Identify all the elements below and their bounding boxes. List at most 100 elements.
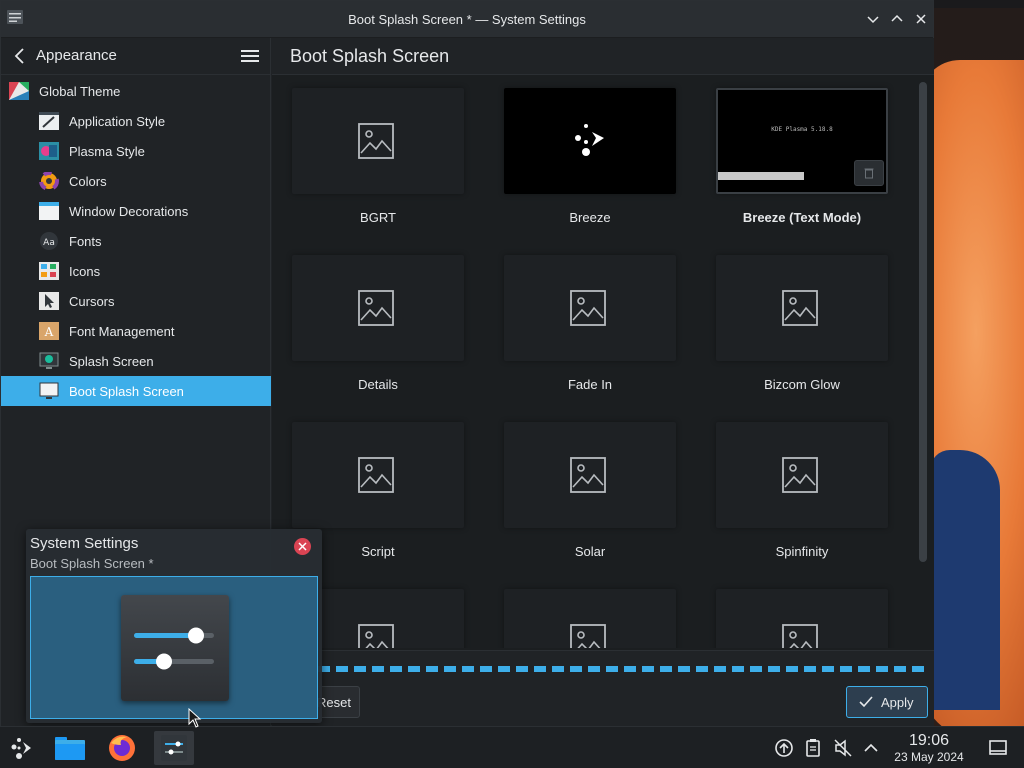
folder-icon [55, 737, 85, 760]
sidebar-item-fonts[interactable]: Aa Fonts [1, 226, 271, 256]
cursors-icon [39, 292, 59, 310]
theme-preview [716, 422, 888, 528]
theme-tile-solar[interactable]: Solar [484, 410, 696, 577]
close-icon [916, 14, 926, 24]
sidebar-item-plasma-style[interactable]: Plasma Style [1, 136, 271, 166]
sidebar-item-label: Cursors [69, 294, 115, 309]
maximize-button[interactable] [889, 11, 905, 27]
close-button[interactable] [913, 11, 929, 27]
theme-tile-breeze[interactable]: Breeze [484, 76, 696, 243]
wallpaper-blue-shape [930, 450, 1000, 710]
sidebar-item-label: Font Management [69, 324, 175, 339]
theme-tile[interactable] [484, 577, 696, 648]
sidebar-item-cursors[interactable]: Cursors [1, 286, 271, 316]
preview-version-text: KDE Plasma 5.18.8 [771, 126, 833, 133]
hamburger-menu-icon[interactable] [241, 48, 259, 64]
breeze-spinner-icon [575, 124, 604, 156]
chevron-up-icon[interactable] [861, 738, 881, 758]
clock-date[interactable]: 23 May 2024 [884, 750, 974, 764]
window-title: Boot Splash Screen * — System Settings [348, 12, 586, 27]
plasma-style-icon [39, 142, 59, 160]
window-titlebar[interactable]: Boot Splash Screen * — System Settings [1, 1, 933, 38]
theme-preview [292, 88, 464, 194]
sidebar-item-label: Icons [69, 264, 101, 279]
sidebar-item-global-theme[interactable]: Global Theme [1, 76, 271, 106]
show-desktop-icon[interactable] [988, 738, 1008, 758]
sidebar-item-label: Boot Splash Screen [69, 384, 184, 399]
theme-preview [716, 589, 888, 648]
task-preview-tooltip[interactable]: System Settings Boot Splash Screen * [26, 529, 322, 723]
clock-time[interactable]: 19:06 [890, 732, 968, 750]
tooltip-subtitle: Boot Splash Screen * [30, 556, 154, 571]
firefox-task-button[interactable] [102, 731, 142, 765]
apply-label: Apply [881, 695, 914, 710]
plasma-launcher-icon [11, 738, 31, 759]
back-arrow-icon[interactable] [11, 47, 29, 65]
dolphin-task-button[interactable] [50, 731, 90, 765]
image-placeholder-icon [358, 290, 394, 326]
busy-indicator-bar [282, 666, 926, 672]
mouse-cursor-icon [188, 708, 202, 728]
reset-label: Reset [317, 695, 351, 710]
theme-label: Bizcom Glow [764, 377, 840, 392]
svg-text:Aa: Aa [43, 238, 55, 248]
chevron-down-icon [867, 16, 879, 24]
theme-preview: KDE Plasma 5.18.8 [716, 88, 888, 194]
theme-tile-details[interactable]: Details [272, 243, 484, 410]
theme-preview [716, 255, 888, 361]
clipboard-icon[interactable] [803, 738, 823, 758]
tooltip-title: System Settings [30, 535, 139, 552]
image-placeholder-icon [782, 624, 818, 648]
checkmark-icon [859, 696, 873, 708]
theme-tile-fade-in[interactable]: Fade In [484, 243, 696, 410]
preview-progress-bar [718, 172, 804, 180]
theme-tile-spinfinity[interactable]: Spinfinity [696, 410, 908, 577]
theme-preview [504, 589, 676, 648]
theme-tile-bizcom-glow[interactable]: Bizcom Glow [696, 243, 908, 410]
theme-tile-bgrt[interactable]: BGRT [272, 76, 484, 243]
window-decorations-icon [39, 202, 59, 220]
global-theme-icon [9, 82, 29, 100]
minimize-button[interactable] [865, 11, 881, 27]
trash-icon [864, 168, 874, 179]
theme-preview [292, 422, 464, 528]
sidebar-item-splash-screen[interactable]: Splash Screen [1, 346, 271, 376]
application-launcher-button[interactable] [2, 731, 42, 765]
close-icon [298, 542, 307, 551]
footer-bar: Reset Apply [272, 650, 934, 727]
sidebar-item-icons[interactable]: Icons [1, 256, 271, 286]
tooltip-close-button[interactable] [294, 538, 311, 555]
vertical-scrollbar[interactable] [919, 82, 927, 562]
sidebar-item-font-management[interactable]: A Font Management [1, 316, 271, 346]
boot-splash-icon [39, 382, 59, 400]
theme-preview [504, 422, 676, 528]
sidebar-item-application-style[interactable]: Application Style [1, 106, 271, 136]
sidebar-item-label: Window Decorations [69, 204, 189, 219]
window-thumbnail[interactable] [30, 576, 318, 719]
theme-label: Breeze [569, 210, 611, 225]
theme-label: Details [358, 377, 398, 392]
sidebar-item-window-decorations[interactable]: Window Decorations [1, 196, 271, 226]
sidebar-item-boot-splash-screen[interactable]: Boot Splash Screen [1, 376, 271, 406]
apply-button[interactable]: Apply [846, 686, 928, 718]
system-settings-task-button[interactable] [154, 731, 194, 765]
application-style-icon [39, 112, 59, 130]
theme-label: Fade In [567, 377, 613, 392]
volume-muted-icon[interactable] [833, 738, 853, 758]
system-settings-icon [161, 735, 187, 761]
main-content: Boot Splash Screen BGRT Breeze KDE Plasm… [272, 38, 934, 727]
image-placeholder-icon [782, 290, 818, 326]
sidebar-item-label: Splash Screen [69, 354, 154, 369]
theme-tile-breeze-text-mode[interactable]: KDE Plasma 5.18.8 Breeze (Text Mode) [696, 76, 908, 243]
sidebar-item-label: Fonts [69, 234, 102, 249]
theme-tile[interactable] [696, 577, 908, 648]
update-notifier-icon[interactable] [774, 738, 794, 758]
image-placeholder-icon [358, 457, 394, 493]
sidebar-item-label: Plasma Style [69, 144, 145, 159]
theme-preview [504, 88, 676, 194]
delete-theme-button[interactable] [854, 160, 884, 186]
sidebar-item-colors[interactable]: Colors [1, 166, 271, 196]
image-placeholder-icon [570, 457, 606, 493]
svg-text:A: A [44, 325, 54, 339]
theme-grid: BGRT Breeze KDE Plasma 5.18.8 Breeze (Te… [272, 76, 914, 648]
